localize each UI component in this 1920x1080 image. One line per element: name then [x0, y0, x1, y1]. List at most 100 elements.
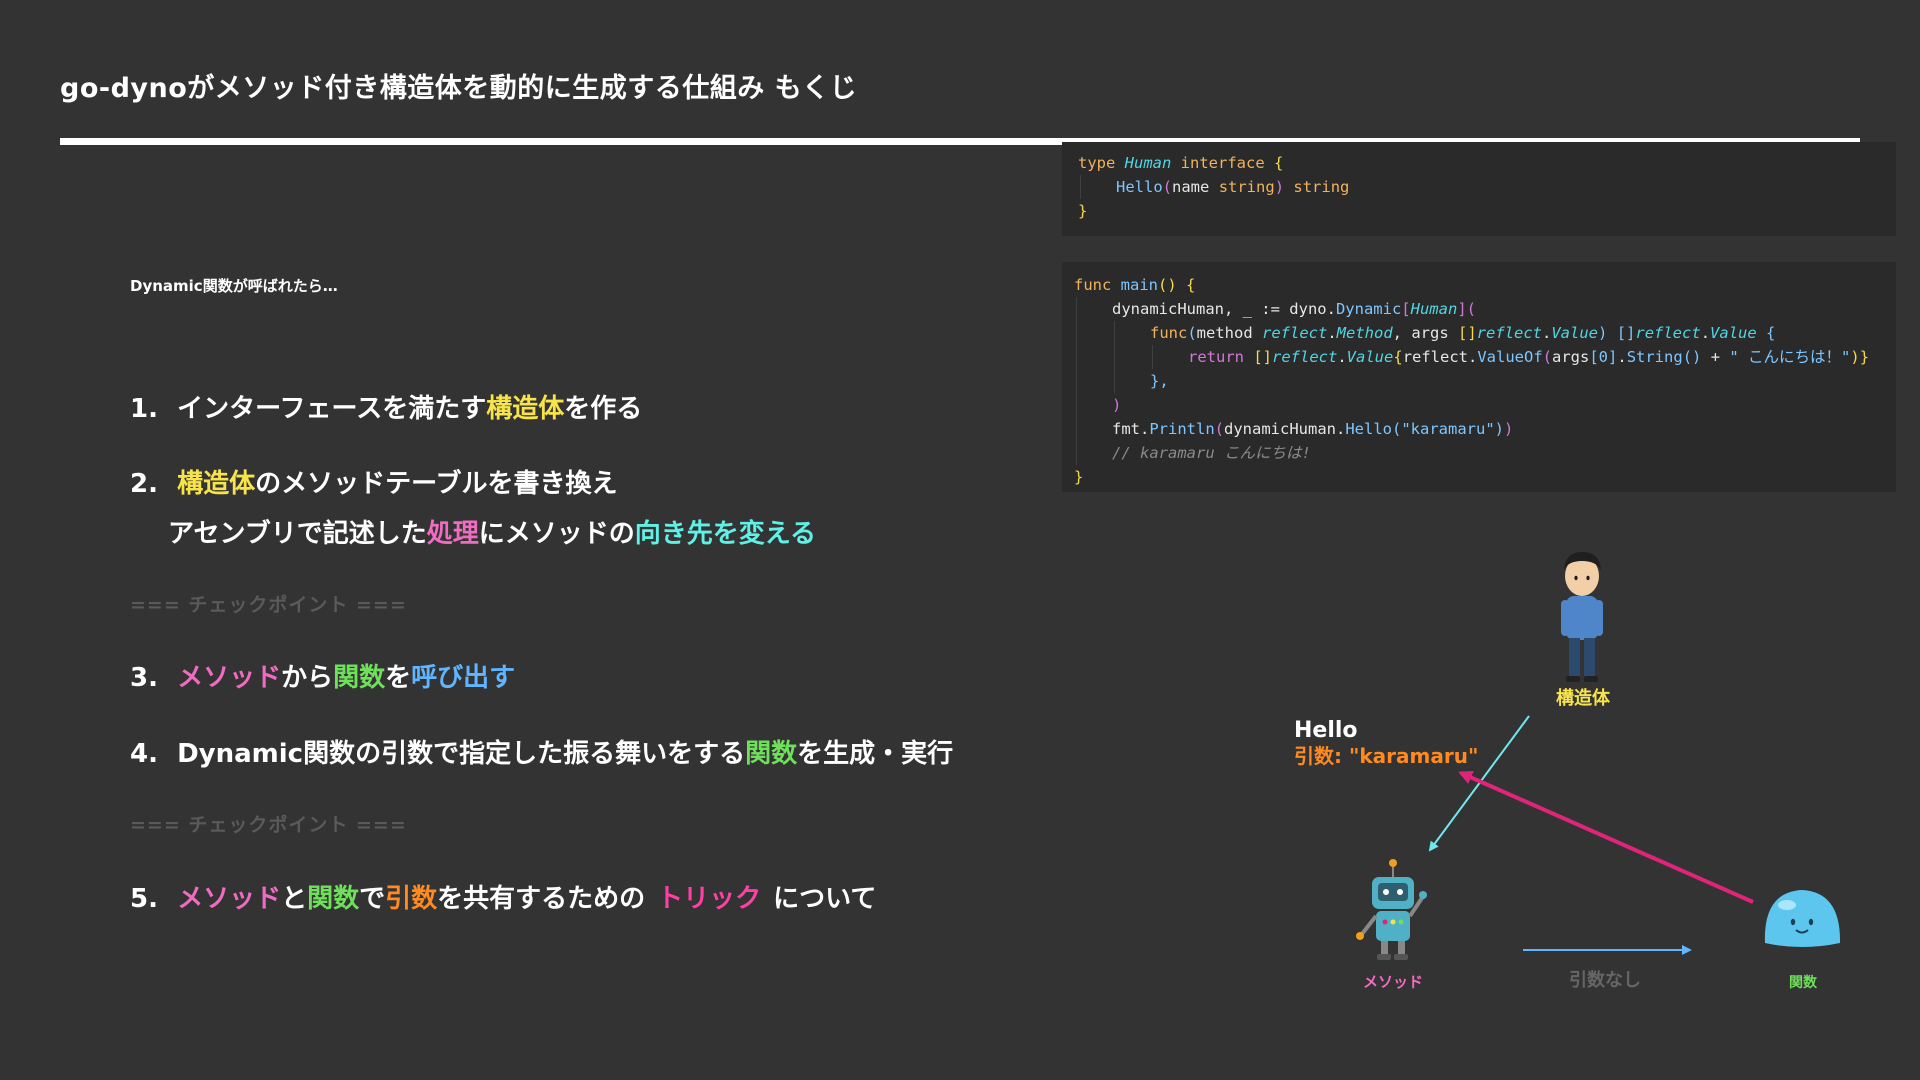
code-token: +	[1701, 348, 1730, 366]
item-text-highlight: 構造体	[177, 469, 256, 499]
code-token: {	[1176, 276, 1196, 294]
indent-guide	[1114, 345, 1150, 369]
indent-guide	[1076, 369, 1112, 393]
code-token: reflect.	[1402, 348, 1478, 366]
code-token: Human	[1124, 154, 1172, 172]
struct-label: 構造体	[1556, 688, 1610, 709]
code-token: func	[1150, 324, 1188, 342]
code-line: }	[1078, 199, 1880, 223]
code-line: func main() {	[1074, 273, 1884, 297]
person-icon	[1561, 552, 1603, 682]
item-number: 5.	[130, 884, 158, 914]
code-token: ()	[1682, 348, 1702, 366]
code-token: (	[1214, 420, 1224, 438]
code-token: )	[1112, 396, 1122, 414]
indent-guide	[1076, 441, 1112, 465]
code-token: {	[1274, 154, 1284, 172]
code-token: interface	[1171, 154, 1274, 172]
item-text-highlight: 引数	[385, 884, 438, 914]
item-text: を共有するための	[437, 884, 646, 914]
item-text: と	[281, 884, 308, 914]
code-token: args	[1552, 348, 1590, 366]
code-token: .	[1617, 348, 1627, 366]
code-token: string	[1284, 178, 1350, 196]
code-token: dynamicHuman.	[1224, 420, 1346, 438]
code-token: fmt.	[1112, 420, 1150, 438]
code-token: method	[1196, 324, 1262, 342]
list-item-1: 1. インターフェースを満たす構造体を作る	[130, 388, 642, 425]
code-token: []	[1253, 348, 1272, 366]
code-line: func(method reflect.Method, args []refle…	[1074, 321, 1884, 345]
item-number: 4.	[130, 739, 158, 769]
item-text-highlight: メソッド	[177, 884, 282, 914]
code-line: )	[1074, 393, 1884, 417]
code-token: func	[1074, 276, 1121, 294]
list-item-2-continuation: アセンブリで記述した処理にメソッドの向き先を変える	[168, 513, 816, 550]
item-text: から	[281, 663, 334, 693]
indent-guide	[1080, 175, 1116, 199]
robot-icon	[1356, 859, 1427, 960]
list-item-2: 2. 構造体のメソッドテーブルを書き換え	[130, 463, 618, 500]
code-token: reflect	[1635, 324, 1701, 342]
method-label: メソッド	[1362, 973, 1423, 991]
item-text-highlight: メソッド	[177, 663, 282, 693]
code-token: reflect	[1272, 348, 1338, 366]
code-line: Hello(name string) string	[1078, 175, 1880, 199]
code-token: Human	[1410, 300, 1458, 318]
indent-guide	[1152, 345, 1188, 369]
code-token: {	[1756, 324, 1776, 342]
code-token: Dynamic	[1335, 300, 1402, 318]
item-text-highlight: トリック	[657, 884, 762, 914]
item-text: について	[773, 884, 877, 914]
code-token: dynamicHuman, _ := dyno.	[1112, 300, 1336, 318]
code-token: )	[1598, 324, 1608, 342]
code-token: Value	[1551, 324, 1599, 342]
item-text-highlight: 関数	[307, 884, 360, 914]
item-text-highlight: 構造体	[486, 394, 565, 424]
code-token: reflect	[1476, 324, 1542, 342]
item-text-highlight: 関数	[333, 663, 386, 693]
code-token: , args	[1392, 324, 1458, 342]
code-line: dynamicHuman, _ := dyno.Dynamic[Human](	[1074, 297, 1884, 321]
code-token: (	[1542, 348, 1553, 366]
indent-guide	[1076, 393, 1112, 417]
code-token: [0]	[1589, 348, 1618, 366]
intro-text: Dynamic関数が呼ばれたら…	[130, 277, 338, 295]
page-title: go-dynoがメソッド付き構造体を動的に生成する仕組み もくじ	[60, 73, 858, 104]
code-line: // karamaru こんにちは!	[1074, 441, 1884, 465]
slime-icon	[1764, 890, 1841, 947]
item-text: インターフェースを満たす	[177, 394, 487, 424]
indent-guide	[1076, 417, 1112, 441]
code-token: )}	[1850, 348, 1870, 366]
code-token: Value	[1346, 348, 1394, 366]
code-token: ](	[1457, 300, 1476, 318]
code-line: fmt.Println(dynamicHuman.Hello("karamaru…	[1074, 417, 1884, 441]
code-line: },	[1074, 369, 1884, 393]
no-args-label: 引数なし	[1569, 970, 1641, 991]
list-item-4: 4. Dynamic関数の引数で指定した振る舞いをする関数を生成・実行	[130, 733, 953, 770]
code-token: (	[1162, 178, 1173, 196]
item-text: のメソッドテーブルを書き換え	[255, 469, 618, 499]
item-text: を作る	[564, 394, 643, 424]
item-number: 2.	[130, 469, 158, 499]
code-token: Hello	[1116, 178, 1163, 196]
code-token: type	[1078, 154, 1125, 172]
code-block-main: func main() {dynamicHuman, _ := dyno.Dyn…	[1062, 262, 1896, 492]
code-token: ("karamaru")	[1392, 420, 1504, 438]
code-token: .	[1542, 324, 1552, 342]
indent-guide	[1114, 369, 1150, 393]
diagram-canvas	[1356, 552, 1841, 960]
code-token: .	[1327, 324, 1337, 342]
code-token: []	[1458, 324, 1477, 342]
indent-guide	[1114, 321, 1150, 345]
code-token: Method	[1336, 324, 1393, 342]
item-text: にメソッドの	[478, 519, 635, 549]
code-token: ValueOf	[1477, 348, 1543, 366]
code-token: // karamaru こんにちは!	[1112, 444, 1311, 462]
code-token: },	[1150, 372, 1169, 390]
code-token: }	[1078, 202, 1088, 220]
item-text: で	[359, 884, 386, 914]
item-number: 1.	[130, 394, 158, 424]
code-token: reflect	[1262, 324, 1328, 342]
indent-guide	[1076, 321, 1112, 345]
